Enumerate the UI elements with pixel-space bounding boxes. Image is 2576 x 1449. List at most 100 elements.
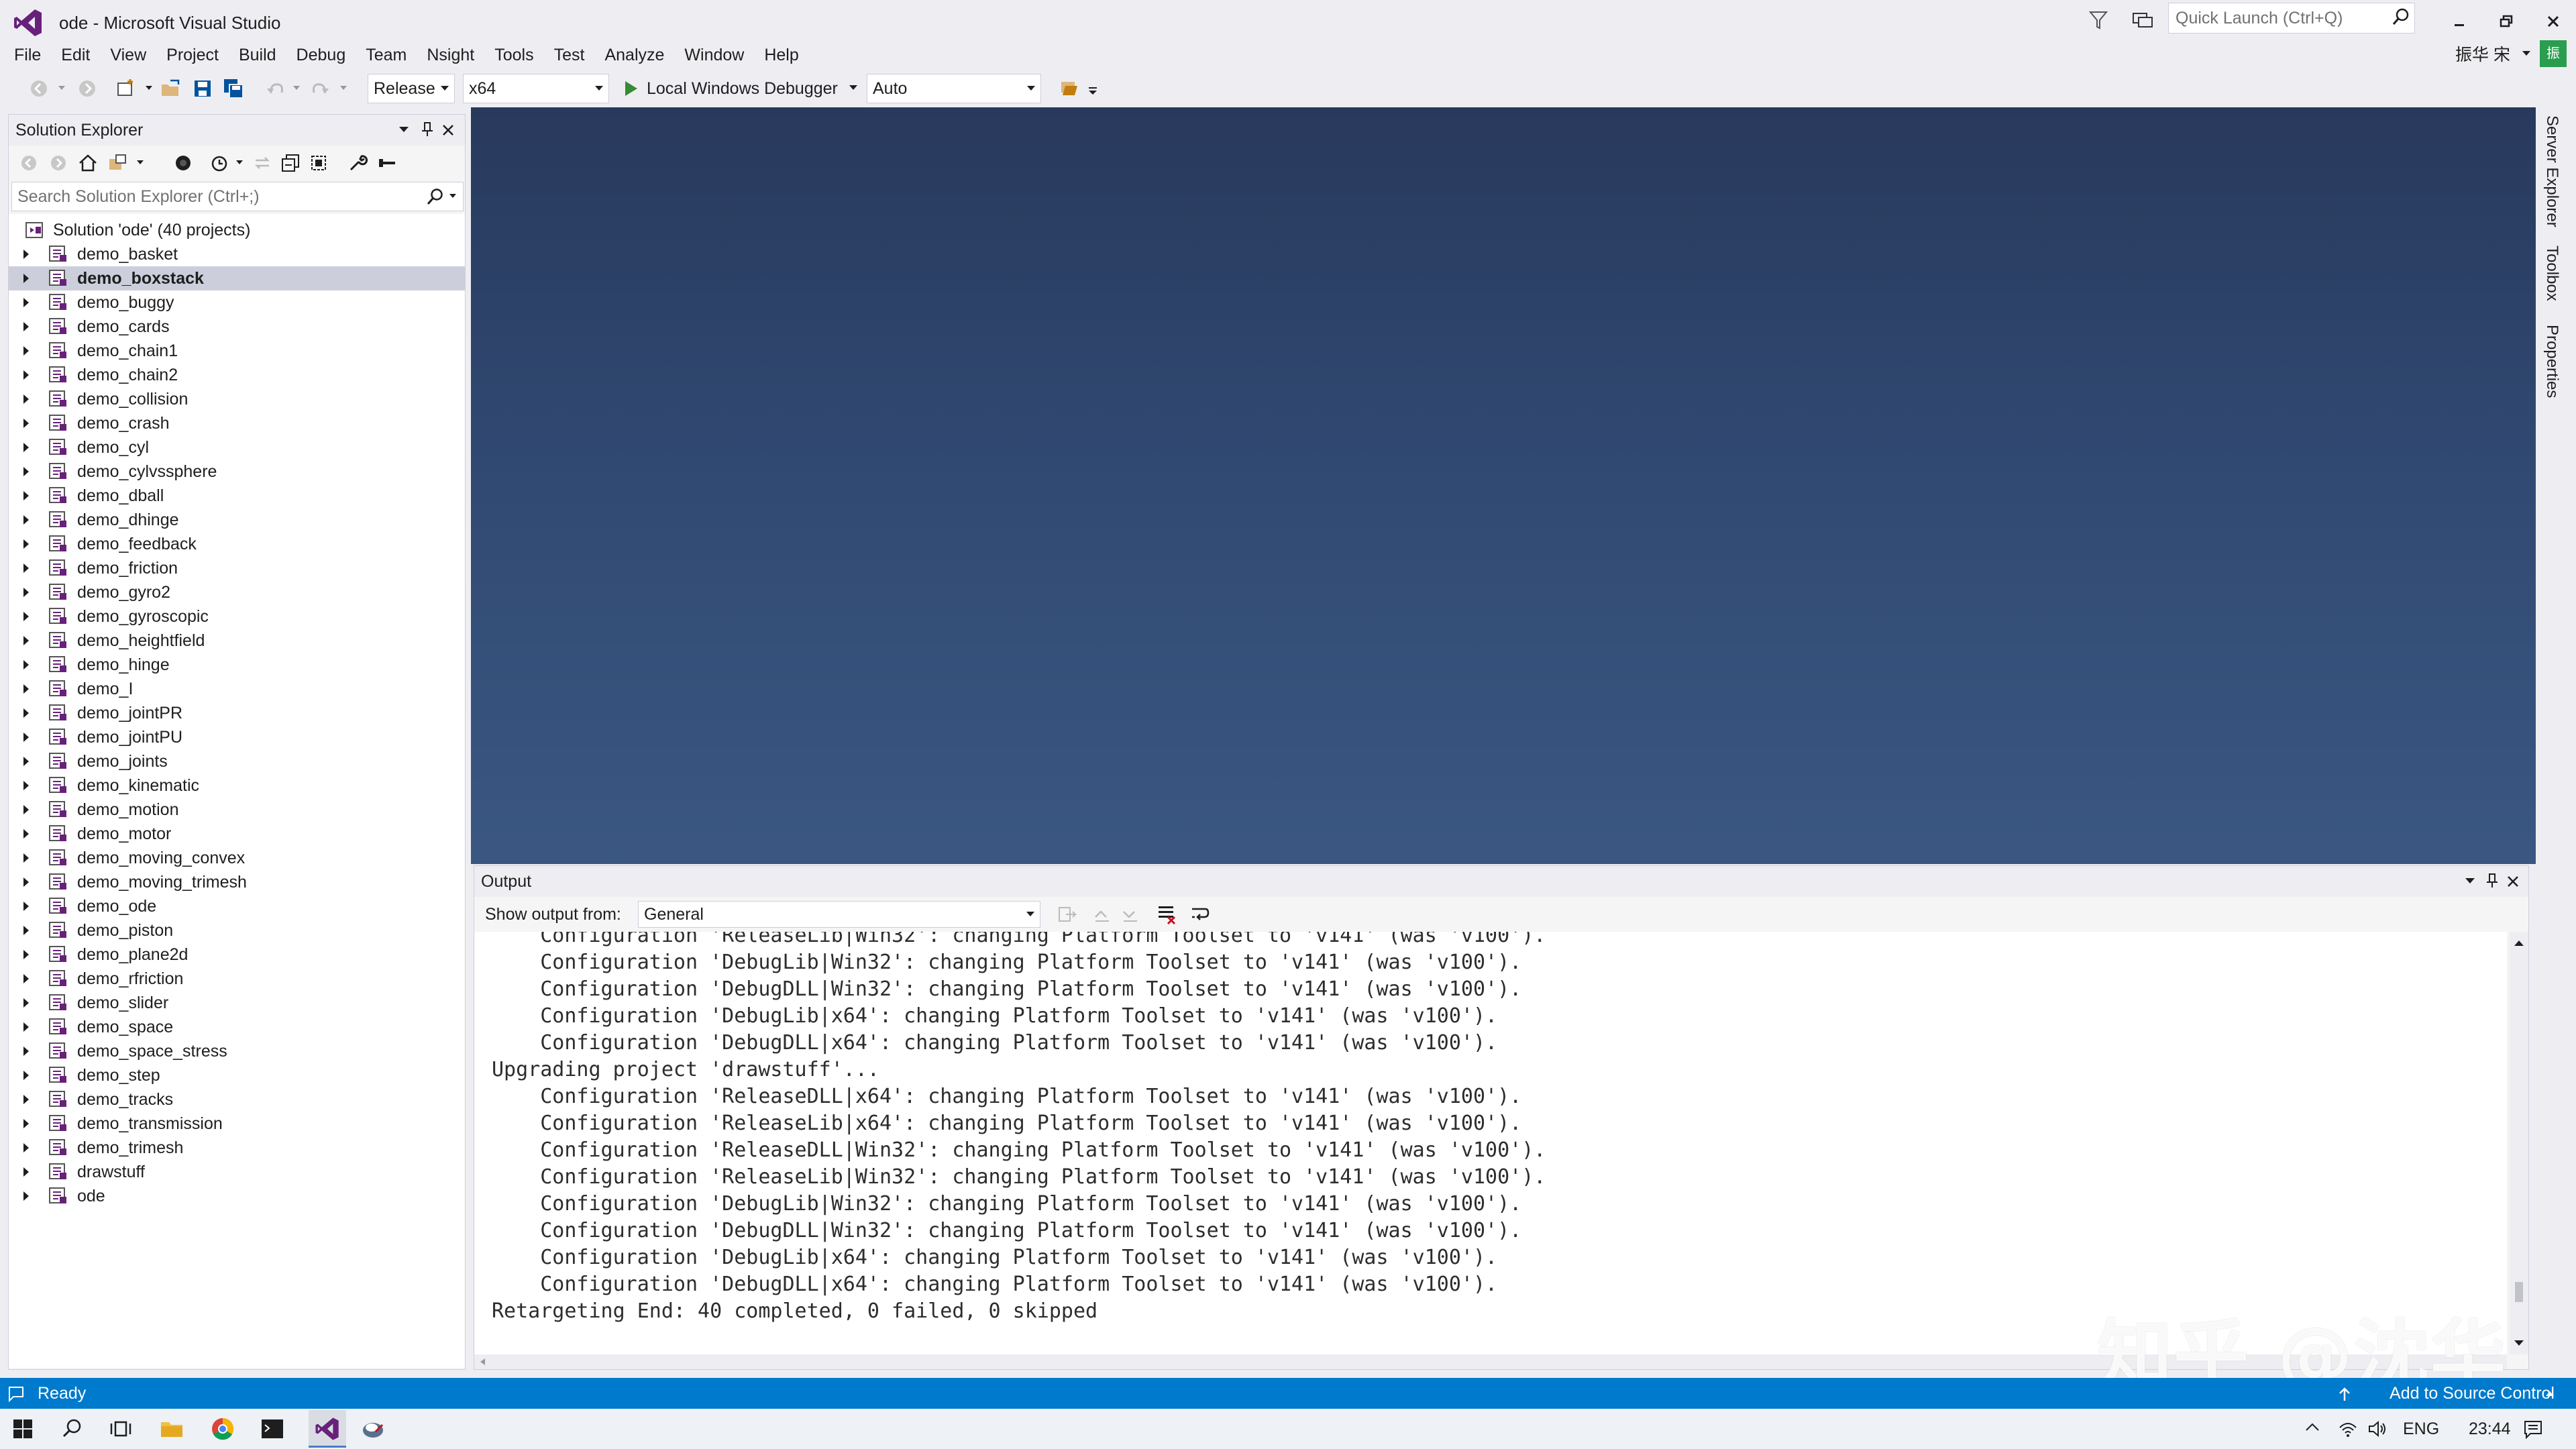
toggle-word-wrap-icon[interactable] (1189, 904, 1211, 925)
output-source-dropdown[interactable]: General (638, 901, 1040, 928)
feedback-icon[interactable] (2129, 7, 2156, 34)
search-icon[interactable] (59, 1415, 86, 1442)
navigate-back-icon[interactable] (28, 78, 50, 99)
close-icon[interactable] (2507, 875, 2519, 888)
tree-item-project[interactable]: demo_space_stress (9, 1039, 465, 1063)
redo-icon[interactable] (310, 78, 331, 99)
expand-chevron-icon[interactable] (23, 298, 29, 307)
tree-item-project[interactable]: demo_jointPR (9, 701, 465, 725)
tree-item-project[interactable]: demo_cyl (9, 435, 465, 460)
tree-item-project[interactable]: demo_chain2 (9, 363, 465, 387)
chevron-down-icon[interactable] (235, 160, 244, 166)
pin-icon[interactable] (421, 121, 434, 138)
clock[interactable]: 23:44 (2469, 1409, 2511, 1449)
expand-chevron-icon[interactable] (23, 684, 29, 694)
expand-chevron-icon[interactable] (23, 346, 29, 356)
tree-item-project[interactable]: demo_chain1 (9, 339, 465, 363)
menu-edit[interactable]: Edit (51, 40, 100, 70)
chevron-down-icon[interactable] (145, 86, 153, 91)
volume-icon[interactable] (2367, 1418, 2388, 1440)
tree-item-project[interactable]: demo_feedback (9, 532, 465, 556)
debugger-chevron-down-icon[interactable] (849, 85, 857, 90)
save-all-icon[interactable] (223, 78, 244, 99)
go-to-next-message-icon[interactable] (1120, 904, 1141, 925)
tree-item-project[interactable]: demo_heightfield (9, 629, 465, 653)
tree-item-project[interactable]: demo_basket (9, 242, 465, 266)
tree-item-project[interactable]: demo_space (9, 1015, 465, 1039)
tree-item-project[interactable]: demo_transmission (9, 1112, 465, 1136)
tree-item-project[interactable]: demo_motor (9, 822, 465, 846)
tree-item-project[interactable]: demo_plane2d (9, 943, 465, 967)
visual-studio-taskbar-icon[interactable] (309, 1410, 346, 1448)
properties-wrench-icon[interactable] (347, 152, 368, 174)
sync-with-document-icon[interactable] (252, 152, 273, 174)
search-icon[interactable] (426, 187, 445, 206)
expand-chevron-icon[interactable] (23, 1167, 29, 1177)
expand-chevron-icon[interactable] (23, 394, 29, 404)
expand-chevron-icon[interactable] (23, 491, 29, 500)
tree-item-project[interactable]: demo_motion (9, 798, 465, 822)
action-center-icon[interactable] (2522, 1418, 2544, 1440)
expand-chevron-icon[interactable] (23, 708, 29, 718)
solution-configuration-dropdown[interactable]: Release (368, 74, 455, 103)
expand-chevron-icon[interactable] (23, 636, 29, 645)
home-icon[interactable] (77, 152, 99, 174)
start-debugging-button[interactable]: Local Windows Debugger (647, 74, 838, 103)
start-debugging-play-icon[interactable] (621, 79, 640, 98)
tree-item-project[interactable]: demo_trimesh (9, 1136, 465, 1160)
menu-build[interactable]: Build (229, 40, 286, 70)
tree-item-project[interactable]: demo_rfriction (9, 967, 465, 991)
menu-project[interactable]: Project (156, 40, 229, 70)
tree-item-project[interactable]: demo_cylvssphere (9, 460, 465, 484)
tree-item-project[interactable]: demo_gyroscopic (9, 604, 465, 629)
expand-chevron-icon[interactable] (23, 467, 29, 476)
menu-test[interactable]: Test (544, 40, 595, 70)
tree-item-project[interactable]: demo_moving_convex (9, 846, 465, 870)
user-name[interactable]: 振华 宋 (2455, 42, 2510, 68)
expand-chevron-icon[interactable] (23, 974, 29, 983)
menu-analyze[interactable]: Analyze (594, 40, 674, 70)
visual-studio-logo-icon[interactable] (12, 7, 44, 39)
expand-chevron-icon[interactable] (23, 1095, 29, 1104)
tree-item-project[interactable]: demo_friction (9, 556, 465, 580)
output-text-area[interactable]: Configuration 'ReleaseLib|Win32': changi… (474, 932, 2507, 1354)
forward-icon[interactable] (48, 152, 69, 174)
expand-chevron-icon[interactable] (23, 902, 29, 911)
chrome-icon[interactable] (209, 1415, 236, 1442)
expand-chevron-icon[interactable] (23, 950, 29, 959)
expand-chevron-icon[interactable] (23, 1046, 29, 1056)
navigate-forward-icon[interactable] (76, 78, 98, 99)
new-project-icon[interactable] (115, 78, 137, 99)
app-window-icon[interactable] (360, 1415, 386, 1442)
tree-item-project[interactable]: demo_piston (9, 918, 465, 943)
quick-launch-input[interactable]: Quick Launch (Ctrl+Q) (2168, 3, 2415, 34)
pin-icon[interactable] (2485, 873, 2499, 889)
input-language-indicator[interactable]: ENG (2403, 1409, 2439, 1449)
expand-chevron-icon[interactable] (23, 322, 29, 331)
find-message-in-code-icon[interactable] (1057, 904, 1078, 925)
expand-chevron-icon[interactable] (23, 274, 29, 283)
wifi-icon[interactable] (2337, 1418, 2359, 1440)
expand-chevron-icon[interactable] (23, 781, 29, 790)
restore-button[interactable] (2486, 3, 2526, 40)
tree-root-solution[interactable]: Solution 'ode' (40 projects) (9, 218, 465, 242)
preview-selected-items-icon[interactable] (376, 152, 398, 174)
scrollbar-thumb[interactable] (2515, 1282, 2523, 1302)
expand-chevron-icon[interactable] (23, 612, 29, 621)
expand-chevron-icon[interactable] (23, 660, 29, 669)
expand-chevron-icon[interactable] (23, 515, 29, 525)
avatar[interactable]: 振 (2540, 40, 2567, 67)
tab-server-explorer[interactable]: Server Explorer (2542, 115, 2561, 227)
tree-item-project[interactable]: demo_joints (9, 749, 465, 773)
show-all-files-icon[interactable] (308, 152, 329, 174)
tree-item-project[interactable]: demo_step (9, 1063, 465, 1087)
expand-chevron-icon[interactable] (23, 1071, 29, 1080)
save-icon[interactable] (192, 78, 213, 99)
tree-item-project[interactable]: demo_boxstack (9, 266, 465, 290)
expand-chevron-icon[interactable] (23, 250, 29, 259)
windows-start-icon[interactable] (9, 1415, 36, 1442)
expand-chevron-icon[interactable] (23, 853, 29, 863)
expand-chevron-icon[interactable] (23, 370, 29, 380)
tree-item-project[interactable]: demo_dball (9, 484, 465, 508)
menu-tools[interactable]: Tools (484, 40, 543, 70)
